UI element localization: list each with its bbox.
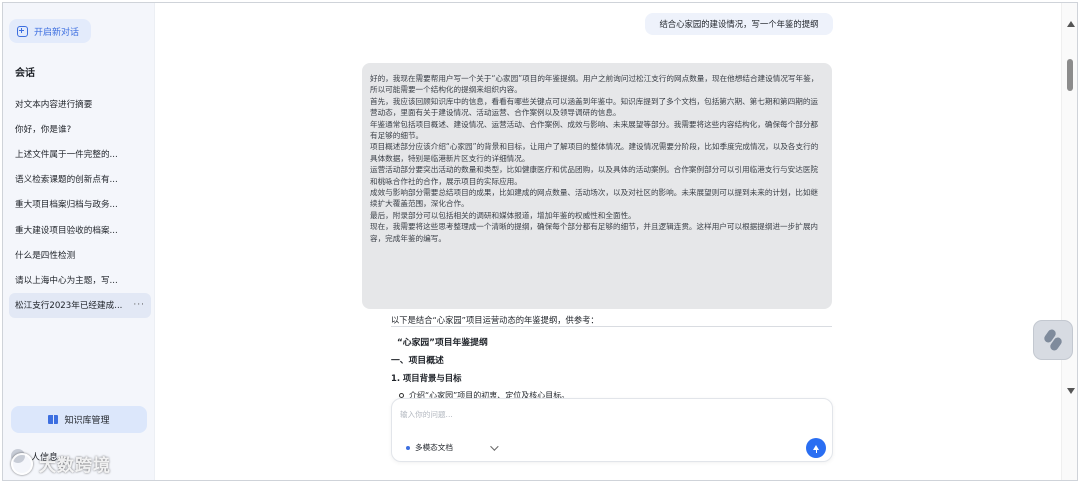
mode-label: 多模态文档: [415, 443, 453, 452]
section-heading: 一、项目概述: [391, 356, 444, 366]
answer-intro: 以下是结合“心家园”项目运营动态的年鉴提纲，供参考：: [391, 315, 599, 325]
new-chat-button[interactable]: 开启新对话: [9, 19, 91, 43]
user-message: 结合心家园的建设情况，写一个年鉴的提纲: [645, 13, 833, 35]
thinking-paragraph: 现在，我需要将这些思考整理成一个清晰的提纲，确保每个部分都有足够的细节，并且逻辑…: [370, 222, 819, 243]
watermark-logo-icon: [11, 452, 33, 475]
answer-title: “心家园”项目年鉴提纲: [397, 338, 488, 348]
chat-input[interactable]: 输入你的问题...: [400, 409, 453, 420]
arrow-up-icon: [813, 444, 819, 453]
conversation-item[interactable]: 请以上海中心为主题，写...: [9, 267, 151, 292]
book-icon: [48, 415, 59, 424]
conversation-item[interactable]: 对文本内容进行摘要: [9, 91, 151, 116]
conversation-item[interactable]: 重大项目档案归档与政务...: [9, 192, 151, 217]
new-chat-icon: [17, 25, 28, 37]
divider: [391, 326, 832, 327]
conversation-item[interactable]: 什么是四性检测: [9, 242, 151, 267]
assistant-logo-icon: [1044, 329, 1062, 351]
conversation-item[interactable]: 你好，你是谁?: [9, 116, 151, 141]
thinking-paragraph: 好的，我现在需要帮用户写一个关于“心家园”项目的年鉴提纲。用户之前询问过松江支行…: [370, 74, 819, 95]
thinking-paragraph: 成效与影响部分需要总结项目的成果，比如建成的网点数量、活动场次，以及对社区的影响…: [370, 188, 819, 209]
vertical-scrollbar[interactable]: [1061, 3, 1077, 480]
thinking-block: 好的，我现在需要帮用户写一个关于“心家园”项目的年鉴提纲。用户之前询问过松江支行…: [362, 63, 832, 309]
floating-assistant-button[interactable]: [1033, 320, 1073, 360]
subsection-heading: 1. 项目背景与目标: [391, 373, 462, 383]
send-button[interactable]: [806, 438, 826, 458]
chat-area: 结合心家园的建设情况，写一个年鉴的提纲 好的，我现在需要帮用户写一个关于“心家园…: [155, 3, 1063, 480]
thinking-paragraph: 运营活动部分要突出活动的数量和类型，比如健康医疗和优品团购，以及具体的活动案例。…: [370, 165, 819, 186]
sidebar: 开启新对话 会话 对文本内容进行摘要 你好，你是谁? 上述文件属于一件完整的..…: [3, 3, 155, 480]
conversation-item[interactable]: 重大建设项目验收的档案...: [9, 217, 151, 242]
more-options-icon[interactable]: ···: [133, 300, 145, 310]
knowledge-base-button[interactable]: 知识库管理: [11, 406, 147, 433]
chat-input-box[interactable]: 输入你的问题... 多模态文档: [391, 398, 833, 462]
thinking-paragraph: 项目概述部分应该介绍“心家园”的背景和目标，让用户了解项目的整体情况。建设情况需…: [370, 142, 819, 163]
watermark-text: 大数跨境: [39, 456, 111, 476]
new-chat-label: 开启新对话: [34, 27, 80, 38]
chevron-down-icon: [490, 441, 499, 451]
thinking-paragraph: 最后，附录部分可以包括相关的调研和媒体报道，增加年鉴的权威性和全面性。: [370, 210, 636, 220]
conversations-title: 会话: [15, 68, 35, 79]
scroll-up-icon[interactable]: [1067, 21, 1075, 27]
scrollbar-thumb[interactable]: [1067, 59, 1073, 91]
mode-selector[interactable]: 多模态文档: [406, 441, 499, 453]
conversation-item[interactable]: 语义检索课题的创新点有...: [9, 167, 151, 192]
conversation-list: 对文本内容进行摘要 你好，你是谁? 上述文件属于一件完整的... 语义检索课题的…: [9, 91, 151, 318]
thinking-paragraph: 年鉴通常包括项目概述、建设情况、运营活动、合作案例、成效与影响、未来展望等部分。…: [370, 119, 819, 141]
scroll-down-icon[interactable]: [1067, 388, 1075, 394]
knowledge-base-label: 知识库管理: [64, 416, 110, 426]
thinking-paragraph: 首先，我应该回顾知识库中的信息，看看有哪些关键点可以涵盖到年鉴中。知识库提到了多…: [370, 96, 819, 118]
app-window: 开启新对话 会话 对文本内容进行摘要 你好，你是谁? 上述文件属于一件完整的..…: [2, 2, 1078, 481]
watermark: 大数跨境: [11, 451, 111, 476]
conversation-item-active[interactable]: 松江支行2023年已经建成... ···: [9, 292, 151, 318]
conversation-item[interactable]: 上述文件属于一件完整的...: [9, 141, 151, 166]
conversation-item-label: 松江支行2023年已经建成...: [15, 301, 123, 312]
mode-dot-icon: [406, 445, 410, 450]
